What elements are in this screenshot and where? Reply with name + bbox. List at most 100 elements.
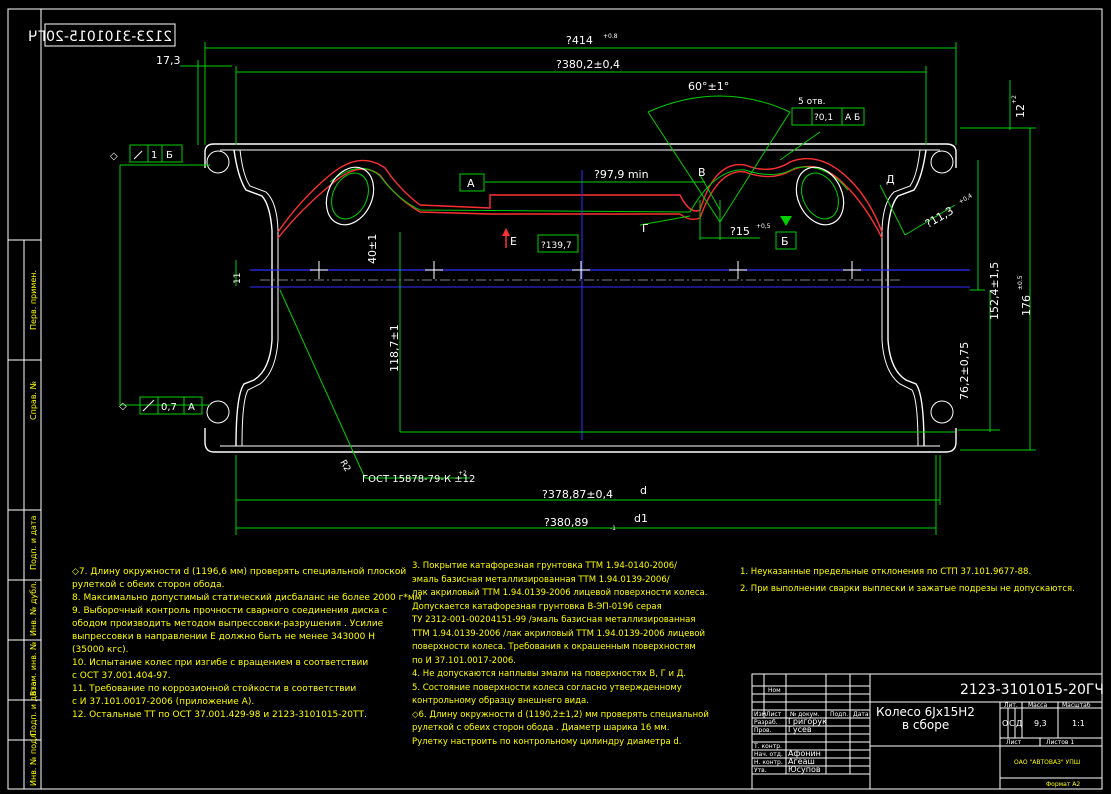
dim-414-tol: +0.8 (603, 33, 618, 40)
label-v: В (698, 166, 706, 179)
dim-176-tol: ±0.5 (1017, 275, 1024, 290)
dim-11-3-tol: +0,4 (958, 192, 974, 205)
side-label-7: Инв. № подл. (29, 731, 38, 786)
side-label-6: Подп. и дата (29, 681, 38, 736)
tol-bot-1: 0,7 (161, 402, 177, 413)
note-left-line: 8. Максимально допустимый статический ди… (72, 593, 422, 603)
note-mid-line: 5. Состояние поверхности колеса согласно… (412, 682, 682, 693)
side-label-3: Подп. и дата (29, 515, 38, 570)
notes-right: 1. Неуказанные предельные отклонения по … (740, 564, 1075, 598)
svg-text:◇: ◇ (110, 151, 118, 162)
lit-2: С (1009, 719, 1015, 728)
dimension-lines (119, 42, 1036, 535)
note-mid-line: рулеткой с обеих сторон обода . Диаметр … (412, 723, 670, 733)
dim-152-4: 152,4±1,5 (988, 262, 1001, 320)
side-label-4: Инв. № дубл. (29, 581, 38, 636)
note-mid-line: лак акриловый ТТМ 1.94.0139-2006 лицевой… (412, 588, 708, 598)
title-name-2: в сборе (902, 718, 949, 732)
tol-top-1: 1 (151, 150, 157, 161)
label-e: Е (510, 235, 517, 248)
hdr-list: Лист (766, 711, 782, 718)
dim-17-3: 17,3 (156, 54, 181, 67)
rev: Ном (768, 687, 781, 694)
hdr-izm: Изм (754, 711, 766, 718)
note-mid-line: ТТМ 1.94.0139-2006 /лак акриловый ТТМ 1.… (412, 628, 706, 639)
dim-176: 176 (1020, 295, 1033, 316)
note-left-line: с ОСТ 37.001.404-97. (72, 671, 171, 681)
dim-378-87: ?378,87±0,4 (542, 488, 613, 501)
note-left-line: 12. Остальные ТТ по ОСТ 37.001.429-98 и … (72, 710, 367, 720)
tol-bot-2: А (188, 402, 195, 413)
sheet: Лист (1006, 739, 1022, 746)
note-mid-line: контрольному образцу внешнего вида. (412, 696, 589, 706)
col-mass: Масса (1028, 702, 1047, 709)
sym-d: d (640, 484, 647, 497)
name-6: Юсупов (788, 765, 821, 774)
note-left-line: ободом производить методом выпрессовки-р… (72, 619, 384, 629)
note-left-line: (35000 кгс). (72, 645, 129, 655)
note-left-line: 11. Требование по коррозионной стойкости… (72, 684, 357, 694)
mass: 9,3 (1034, 719, 1047, 728)
sym-d1: d1 (634, 512, 648, 525)
gost-sup: +2 (458, 470, 467, 477)
scale: 1:1 (1072, 719, 1085, 728)
col-scale: Масштаб (1062, 702, 1091, 709)
dim-139-7: ?139,7 (541, 241, 572, 251)
dim-holes-base: А Б (845, 113, 860, 123)
dim-12-tol: +2 (1011, 95, 1018, 104)
dim-15: ?15 (730, 225, 750, 238)
side-label-1: Перв. примен. (29, 270, 38, 330)
role-1: Разраб. (754, 719, 778, 726)
col-lit: Лит. (1004, 702, 1018, 709)
role-3: Т. контр. (753, 743, 782, 750)
dim-97-9: ?97,9 min (594, 168, 649, 181)
format: Формат А2 (1046, 781, 1080, 788)
note-mid-line: эмаль базисная металлизированная ТТМ 1.9… (412, 574, 670, 585)
dim-40: 40±1 (366, 234, 379, 264)
note-right-line: 1. Неуказанные предельные отклонения по … (740, 567, 1032, 577)
note-mid-line: 4. Не допускаются наплывы эмали на повер… (412, 669, 687, 679)
svg-text:◇: ◇ (119, 401, 127, 412)
note-left-line: выпрессовки в направлении Е должно быть … (72, 632, 375, 642)
dim-holes-tol: ?0,1 (814, 113, 833, 123)
title-code: 2123-3101015-20ГЧ (960, 682, 1104, 698)
label-d: Д (886, 173, 895, 186)
note-left-line: 9. Выборочный контроль прочности сварног… (72, 606, 388, 616)
note-mid-line: Рулетку настроить по контрольному цилинд… (412, 736, 682, 747)
note-mid-line: 3. Покрытие катафорезная грунтовка ТТМ 1… (412, 561, 678, 571)
dim-11-3: ?11,3 (923, 204, 956, 230)
note-mid-line: Допускается катафорезная грунтовка В-ЭП-… (412, 601, 662, 612)
datum-triangle-b (780, 216, 792, 226)
note-mid-line: ◇6. Длину окружности d (1190,2±1,2) мм п… (412, 709, 709, 720)
notes-left: ◇7. Длину окружности d (1196,6 мм) прове… (72, 566, 421, 722)
r2: R2 (337, 459, 352, 474)
mirror-stamp: 2123-3101015-20ГЧ (28, 29, 172, 45)
dim-76-2: 76,2±0,75 (958, 342, 971, 400)
name-2: Гусев (788, 725, 812, 734)
lit-3: Д (1016, 719, 1022, 728)
note-left-line: рулеткой с обеих сторон обода. (72, 580, 225, 590)
tol-top-2: Б (166, 150, 173, 161)
dim-15-tol: +0,5 (756, 223, 771, 230)
label-g: Г (642, 222, 649, 235)
dim-11: 11 (233, 273, 243, 284)
side-label-2: Справ. № (29, 380, 38, 420)
label-b: Б (781, 235, 789, 248)
lit-1: О (1002, 719, 1008, 728)
role-6: Утв. (754, 767, 767, 774)
note-mid-line: по И 37.101.0017-2006. (412, 655, 516, 666)
dim-380-2: ?380,2±0,4 (556, 58, 620, 71)
note-left-line: 10. Испытание колес при изгибе с вращени… (72, 658, 369, 668)
dim-414: ?414 (566, 34, 593, 47)
dim-118-7: 118,7±1 (388, 324, 401, 372)
dim-380-89-tol: -1 (610, 525, 616, 532)
note-left-line: с И 37.101.0017-2006 (приложение А). (72, 697, 255, 707)
role-2: Пров. (754, 727, 772, 734)
dim-angle60: 60°±1° (688, 80, 729, 93)
dim-holes: 5 отв. (798, 97, 826, 107)
notes-middle: 3. Покрытие катафорезная грунтовка ТТМ 1… (412, 560, 709, 749)
note-mid-line: ТУ 2312-001-00204151-99 /эмаль базисная … (412, 615, 696, 625)
company: ОАО "АВТОВАЗ" УПШ (1014, 759, 1080, 766)
label-a: А (467, 177, 475, 190)
role-4: Нач. отд. (754, 751, 783, 758)
